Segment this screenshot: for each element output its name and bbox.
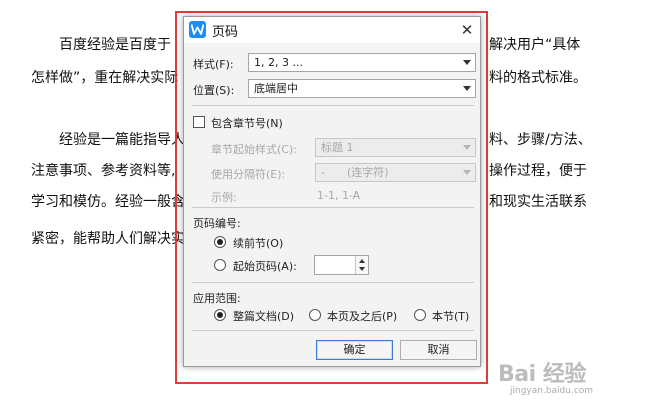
scope-title: 应用范围: — [193, 292, 241, 305]
chapter-style-select[interactable]: 标题 1 — [315, 138, 476, 157]
divider — [192, 105, 474, 106]
stepper-up-icon[interactable] — [359, 259, 365, 263]
doc-line-5-right: 和现实生活联系 — [489, 194, 587, 210]
chevron-down-icon — [463, 145, 471, 150]
close-icon[interactable]: ✕ — [456, 19, 478, 41]
include-chapter-label: 包含章节号(N) — [211, 117, 283, 130]
include-chapter-checkbox[interactable] — [193, 116, 205, 128]
stepper-down-icon[interactable] — [359, 267, 365, 271]
ok-button[interactable]: 确定 — [316, 340, 393, 360]
scope-whole-radio[interactable] — [214, 309, 226, 321]
dialog-title: 页码 — [212, 25, 239, 40]
chevron-down-icon — [463, 170, 471, 175]
numbering-title: 页码编号: — [193, 217, 241, 230]
continue-label: 续前节(O) — [233, 237, 284, 250]
watermark-url: jingyan.baidu.com — [510, 386, 594, 396]
doc-line-1-right: 解决用户“具体 — [489, 37, 581, 53]
dialog-titlebar[interactable]: 页码 ✕ — [184, 17, 480, 43]
position-label: 位置(S): — [193, 84, 235, 97]
watermark-logo: Bai 经验 — [498, 362, 586, 387]
doc-line-3-left: 经验是一篇能指导人 — [59, 132, 185, 148]
doc-line-1-left: 百度经验是百度于 — [59, 37, 171, 53]
stepper-buttons[interactable] — [355, 256, 368, 274]
app-logo-icon — [189, 21, 206, 38]
doc-line-3-right: 料、步骤/方法、 — [489, 132, 592, 148]
doc-line-4-left: 注意事项、参考资料等, — [31, 163, 176, 179]
doc-line-6-left: 紧密，能帮助人们解决实 — [31, 231, 185, 247]
style-select-value: 1, 2, 3 ... — [254, 56, 303, 69]
separator-value: - (连字符) — [321, 166, 389, 179]
chevron-down-icon — [463, 60, 471, 65]
separator-label: 使用分隔符(E): — [211, 168, 286, 181]
style-label: 样式(F): — [193, 58, 234, 71]
divider — [192, 330, 474, 331]
position-select-value: 底端居中 — [254, 82, 298, 95]
scope-after-radio[interactable] — [309, 309, 321, 321]
doc-line-2-left: 怎样做”，重在解决实际 — [31, 70, 179, 86]
divider — [192, 282, 474, 283]
doc-line-5-left: 学习和模仿。经验一般含 — [31, 194, 185, 210]
separator-select[interactable]: - (连字符) — [315, 163, 476, 182]
scope-section-radio[interactable] — [414, 309, 426, 321]
cancel-button[interactable]: 取消 — [400, 340, 477, 360]
chapter-style-label: 章节起始样式(C): — [211, 143, 297, 156]
chevron-down-icon — [463, 86, 471, 91]
scope-section-label: 本节(T) — [432, 310, 470, 323]
example-label: 示例: — [211, 191, 237, 204]
start-page-stepper[interactable] — [314, 255, 369, 275]
continue-radio[interactable] — [214, 236, 226, 248]
example-value: 1-1, 1-A — [317, 189, 361, 202]
scope-whole-label: 整篇文档(D) — [233, 310, 295, 323]
doc-line-2-right: 料的格式标准。 — [489, 70, 587, 86]
chapter-style-value: 标题 1 — [321, 141, 354, 154]
scope-after-label: 本页及之后(P) — [327, 310, 398, 323]
page-number-dialog: 页码 ✕ 样式(F): 1, 2, 3 ... 位置(S): 底端居中 包含章节… — [183, 16, 481, 367]
start-page-label: 起始页码(A): — [233, 260, 297, 273]
style-select[interactable]: 1, 2, 3 ... — [248, 53, 476, 72]
position-select[interactable]: 底端居中 — [248, 79, 476, 98]
divider — [192, 207, 474, 208]
doc-line-4-right: 操作过程，便于 — [489, 163, 587, 179]
start-page-radio[interactable] — [214, 259, 226, 271]
